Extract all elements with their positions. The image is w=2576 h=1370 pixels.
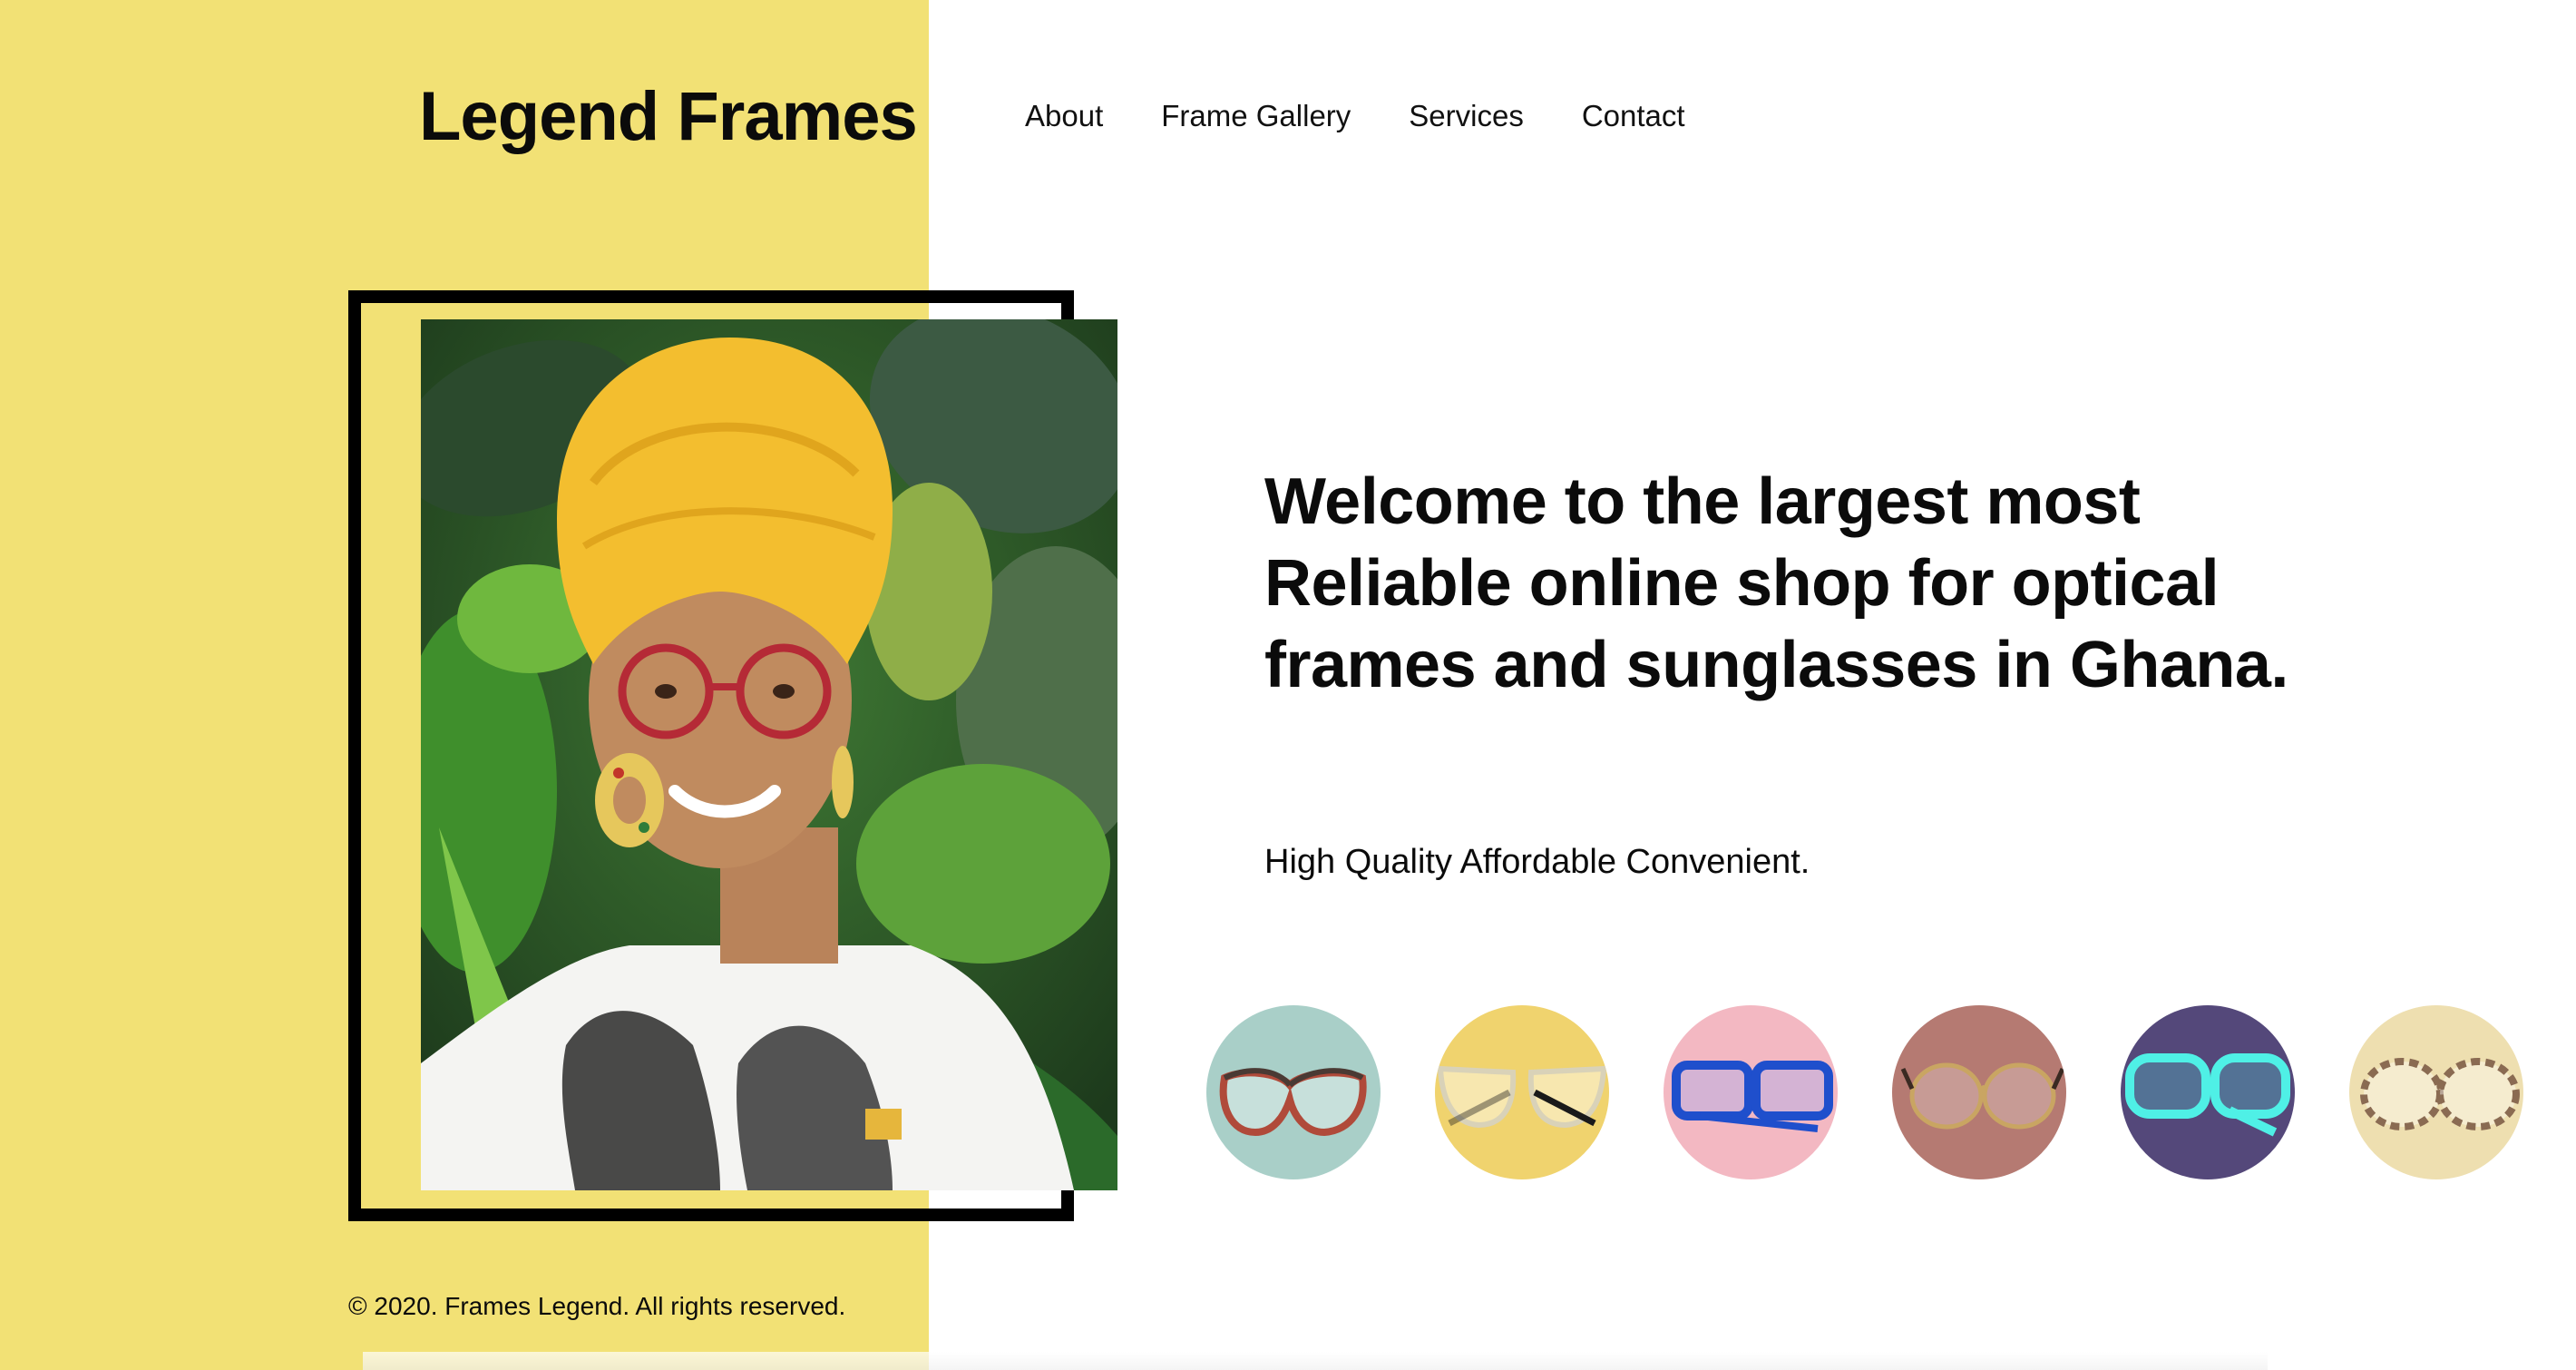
nav-services[interactable]: Services [1409, 94, 1524, 138]
brand-logo[interactable]: Legend Frames [419, 76, 918, 158]
hero-photo [421, 319, 1117, 1190]
cyan-glasses-icon [2121, 1005, 2295, 1179]
frame-thumbnail[interactable] [1664, 1005, 1838, 1179]
frame-thumbnail[interactable] [1206, 1005, 1381, 1179]
page-bottom-edge [363, 1352, 2268, 1370]
frame-thumbnail[interactable] [2121, 1005, 2295, 1179]
tortoise-glasses-icon [2349, 1005, 2523, 1179]
hero-headline: Welcome to the largest most Reliable onl… [1264, 465, 2288, 701]
main-nav: About Frame Gallery Services Contact [1025, 94, 1743, 138]
hero-tagline: High Quality Affordable Convenient. [1264, 843, 1810, 881]
footer-copyright: © 2020. Frames Legend. All rights reserv… [348, 1292, 846, 1320]
tortoise-red-glasses-icon [1206, 1005, 1381, 1179]
frame-thumbnail[interactable] [1435, 1005, 1609, 1179]
gold-wire-glasses-icon [1892, 1005, 2066, 1179]
nav-about[interactable]: About [1025, 94, 1103, 138]
nav-frame-gallery[interactable]: Frame Gallery [1161, 94, 1351, 138]
frame-thumbnail[interactable] [1892, 1005, 2066, 1179]
frame-thumbnail[interactable] [2349, 1005, 2523, 1179]
clear-black-glasses-icon [1435, 1005, 1609, 1179]
blue-glasses-icon [1664, 1005, 1838, 1179]
nav-contact[interactable]: Contact [1582, 94, 1685, 138]
